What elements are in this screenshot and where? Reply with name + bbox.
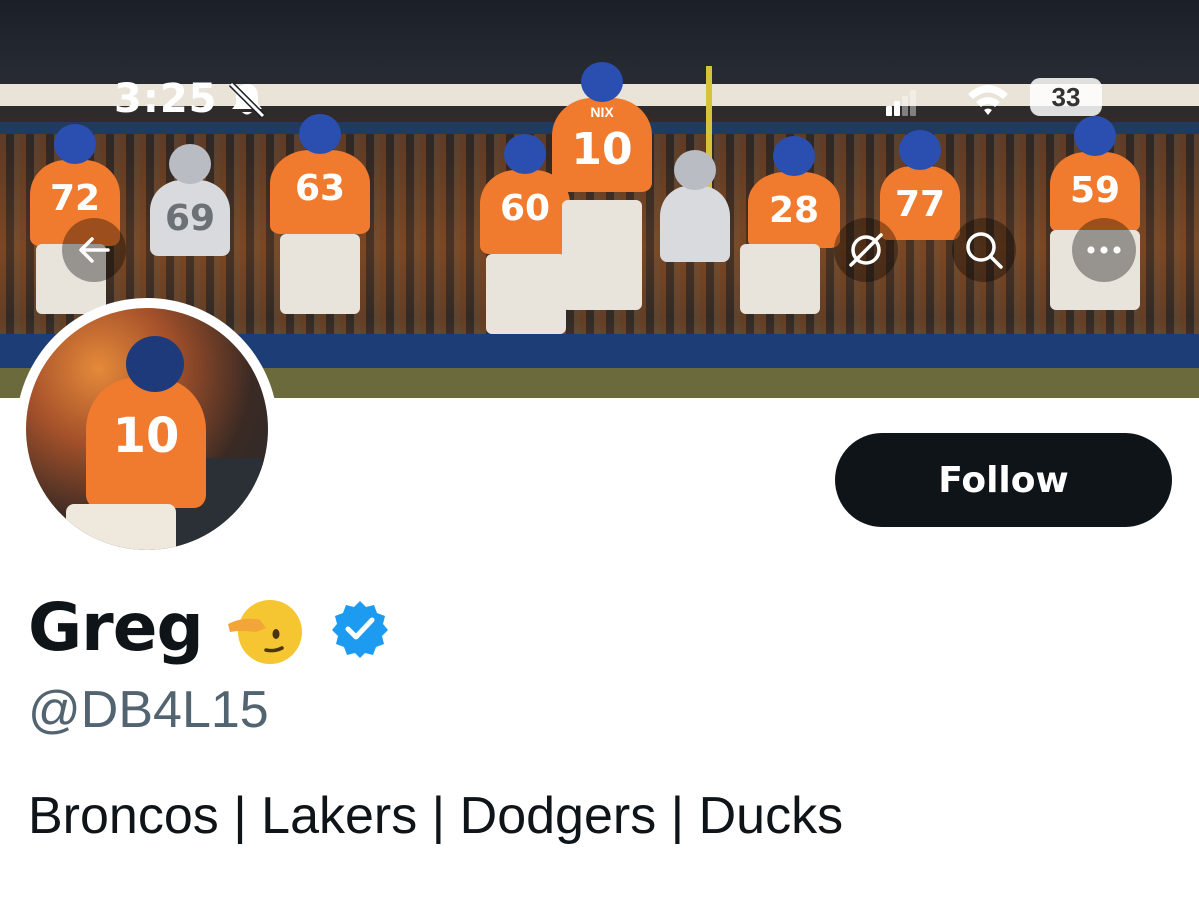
banner-player (660, 150, 730, 262)
jersey-number: 10 (571, 124, 633, 175)
battery-icon: 33 (1030, 78, 1102, 116)
hide-button[interactable] (834, 218, 898, 282)
banner-player-pants (562, 200, 642, 310)
jersey-name: NIX (590, 104, 614, 120)
avatar-jersey-number: 10 (112, 408, 180, 464)
saluting-face-icon (228, 600, 302, 664)
follow-button[interactable]: Follow (835, 433, 1172, 527)
search-icon (966, 232, 1003, 269)
wifi-icon (968, 85, 1008, 115)
back-button[interactable] (62, 218, 126, 282)
banner-player: 28 (748, 136, 840, 248)
banner-player-pants (486, 254, 566, 334)
banner-player: 69 (150, 144, 230, 256)
jersey-number: 77 (894, 184, 946, 225)
signal-icon (886, 90, 916, 116)
arrow-left-icon (79, 237, 110, 263)
banner-player-qb: 10 NIX (552, 62, 652, 192)
bell-slash-icon (228, 81, 266, 119)
jersey-number: 59 (1069, 170, 1121, 211)
hide-icon (849, 233, 883, 267)
banner-player-pants (280, 234, 360, 314)
profile-avatar[interactable]: 10 (16, 298, 278, 560)
display-name: Greg (28, 584, 204, 670)
avatar-image: 10 (26, 308, 268, 550)
more-button[interactable] (1072, 218, 1136, 282)
jersey-number: 60 (499, 188, 551, 229)
display-name-text: Greg (28, 588, 204, 666)
verified-badge-icon (332, 601, 388, 658)
jersey-number: 63 (294, 168, 346, 209)
jersey-number: 72 (49, 178, 101, 219)
jersey-number: 28 (768, 190, 820, 231)
more-icon (1087, 246, 1121, 254)
banner-player: 77 (880, 130, 960, 240)
status-time: 3:25 (114, 76, 218, 122)
jersey-number: 69 (164, 198, 216, 239)
banner-player-pants (740, 244, 820, 314)
search-button[interactable] (952, 218, 1016, 282)
user-handle: @DB4L15 (28, 681, 269, 739)
banner-player: 63 (270, 114, 370, 234)
profile-bio: Broncos | Lakers | Dodgers | Ducks (28, 787, 844, 845)
